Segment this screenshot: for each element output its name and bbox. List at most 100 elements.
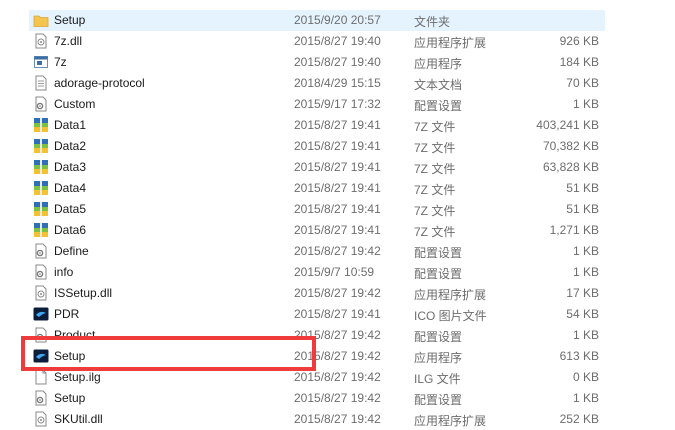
archive-icon: [33, 138, 49, 154]
file-type: 应用程序扩展: [414, 414, 487, 428]
config-file-icon: [33, 390, 49, 406]
file-name: Data5: [54, 202, 87, 216]
config-file-icon: [33, 243, 49, 259]
file-date: 2015/9/7 10:59: [294, 265, 375, 279]
config-file-icon: [33, 96, 49, 112]
archive-icon: [33, 117, 49, 133]
file-size: 17 KB: [566, 286, 599, 300]
file-name: Data1: [54, 118, 87, 132]
file-date: 2015/8/27 19:41: [294, 160, 381, 174]
file-date: 2015/8/27 19:40: [294, 55, 381, 69]
file-name: adorage-protocol: [54, 76, 145, 90]
file-row[interactable]: Data2 2015/8/27 19:41 7Z 文件 70,382 KB: [29, 136, 605, 157]
file-size: 1 KB: [572, 244, 599, 258]
file-name: Setup: [54, 391, 86, 405]
file-row[interactable]: info 2015/9/7 10:59 配置设置 1 KB: [29, 262, 605, 283]
exe-icon: [33, 54, 49, 70]
file-type: 应用程序: [414, 351, 463, 365]
dll-icon: [33, 33, 49, 49]
config-file-icon: [33, 264, 49, 280]
file-date: 2015/8/27 19:41: [294, 118, 381, 132]
file-date: 2015/8/27 19:42: [294, 286, 381, 300]
file-name: Data2: [54, 139, 87, 153]
file-name: Data4: [54, 181, 87, 195]
file-type: 配置设置: [414, 99, 463, 113]
file-row[interactable]: Custom 2015/9/17 17:32 配置设置 1 KB: [29, 94, 605, 115]
file-row[interactable]: Data4 2015/8/27 19:41 7Z 文件 51 KB: [29, 178, 605, 199]
file-date: 2015/8/27 19:42: [294, 244, 381, 258]
archive-icon: [33, 180, 49, 196]
file-size: 63,828 KB: [542, 160, 599, 174]
file-type: ICO 图片文件: [414, 309, 487, 323]
text-file-icon: [33, 75, 49, 91]
file-name: Custom: [54, 97, 96, 111]
file-date: 2015/8/27 19:41: [294, 202, 381, 216]
file-name: PDR: [54, 307, 80, 321]
file-date: 2015/8/27 19:42: [294, 370, 381, 384]
folder-icon: [33, 12, 49, 28]
file-type: 应用程序扩展: [414, 288, 487, 302]
dll-icon: [33, 411, 49, 427]
file-size: 184 KB: [559, 55, 599, 69]
file-row[interactable]: Setup 2015/9/20 20:57 文件夹: [29, 10, 605, 31]
file-type: 配置设置: [414, 267, 463, 281]
file-size: 613 KB: [559, 349, 599, 363]
file-name: ISSetup.dll: [54, 286, 113, 300]
blank-file-icon: [33, 369, 49, 385]
file-name: 7z.dll: [54, 34, 83, 48]
file-name: Define: [54, 244, 89, 258]
file-size: 54 KB: [566, 307, 599, 321]
file-date: 2015/8/27 19:42: [294, 391, 381, 405]
dll-icon: [33, 285, 49, 301]
file-row[interactable]: Data1 2015/8/27 19:41 7Z 文件 403,241 KB: [29, 115, 605, 136]
file-row[interactable]: Data6 2015/8/27 19:41 7Z 文件 1,271 KB: [29, 220, 605, 241]
file-type: 配置设置: [414, 330, 463, 344]
file-date: 2015/8/27 19:41: [294, 223, 381, 237]
archive-icon: [33, 222, 49, 238]
file-row[interactable]: Setup 2015/8/27 19:42 配置设置 1 KB: [29, 388, 605, 409]
file-row[interactable]: 7z 2015/8/27 19:40 应用程序 184 KB: [29, 52, 605, 73]
file-row[interactable]: adorage-protocol 2018/4/29 15:15 文本文档 70…: [29, 73, 605, 94]
file-name: Setup: [54, 13, 86, 27]
file-size: 70,382 KB: [542, 139, 599, 153]
file-type: 文件夹: [414, 15, 451, 29]
file-name: Setup.ilg: [54, 370, 101, 384]
file-size: 70 KB: [566, 76, 599, 90]
file-type: 7Z 文件: [414, 141, 456, 155]
file-row[interactable]: Data5 2015/8/27 19:41 7Z 文件 51 KB: [29, 199, 605, 220]
file-type: 7Z 文件: [414, 120, 456, 134]
file-date: 2015/8/27 19:41: [294, 139, 381, 153]
archive-icon: [33, 159, 49, 175]
file-size: 926 KB: [559, 34, 599, 48]
file-row[interactable]: SKUtil.dll 2015/8/27 19:42 应用程序扩展 252 KB: [29, 409, 605, 430]
file-size: 1,271 KB: [549, 223, 599, 237]
file-date: 2015/8/27 19:40: [294, 34, 381, 48]
file-row[interactable]: ISSetup.dll 2015/8/27 19:42 应用程序扩展 17 KB: [29, 283, 605, 304]
file-type: 配置设置: [414, 393, 463, 407]
file-type: 应用程序扩展: [414, 36, 487, 50]
file-size: 1 KB: [572, 328, 599, 342]
file-row[interactable]: Data3 2015/8/27 19:41 7Z 文件 63,828 KB: [29, 157, 605, 178]
file-row[interactable]: Define 2015/8/27 19:42 配置设置 1 KB: [29, 241, 605, 262]
file-size: 0 KB: [572, 370, 599, 384]
highlight-box: [21, 336, 316, 371]
file-date: 2015/8/27 19:42: [294, 412, 381, 426]
file-size: 1 KB: [572, 391, 599, 405]
file-name: Data6: [54, 223, 87, 237]
file-size: 1 KB: [572, 97, 599, 111]
file-type: 7Z 文件: [414, 225, 456, 239]
file-size: 403,241 KB: [536, 118, 599, 132]
file-type: 配置设置: [414, 246, 463, 260]
file-type: 7Z 文件: [414, 204, 456, 218]
file-row[interactable]: 7z.dll 2015/8/27 19:40 应用程序扩展 926 KB: [29, 31, 605, 52]
file-type: 7Z 文件: [414, 183, 456, 197]
file-type: 文本文档: [414, 78, 463, 92]
file-name: 7z: [54, 55, 67, 69]
app-icon: [33, 306, 49, 322]
file-date: 2018/4/29 15:15: [294, 76, 381, 90]
file-type: 应用程序: [414, 57, 463, 71]
file-type: 7Z 文件: [414, 162, 456, 176]
file-name: Data3: [54, 160, 87, 174]
file-name: SKUtil.dll: [54, 412, 103, 426]
file-row[interactable]: PDR 2015/8/27 19:41 ICO 图片文件 54 KB: [29, 304, 605, 325]
